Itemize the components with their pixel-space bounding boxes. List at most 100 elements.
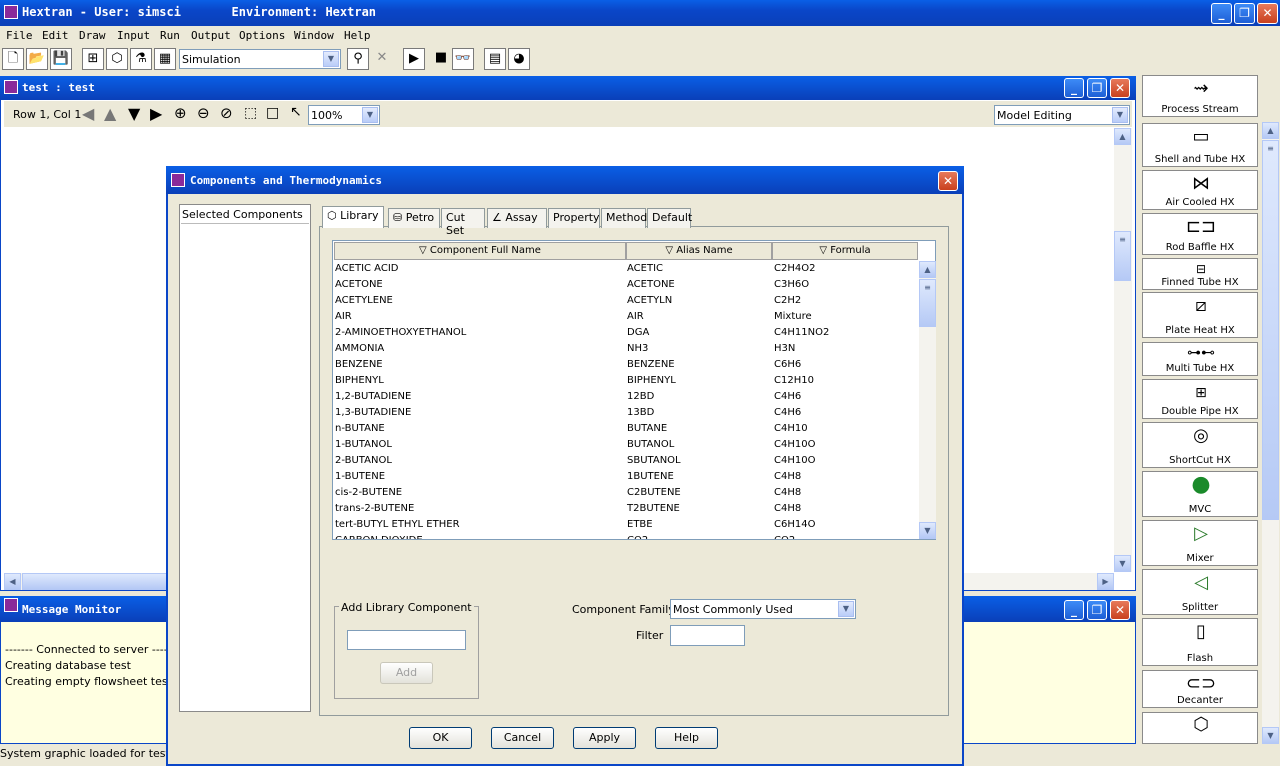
run-icon[interactable]: ▶: [403, 48, 425, 70]
table-row[interactable]: cis-2-BUTENE C2BUTENE C4H8: [334, 485, 919, 501]
menu-options[interactable]: Options: [239, 29, 285, 42]
tab-method[interactable]: Method: [601, 208, 647, 228]
scroll-down-icon[interactable]: ▼: [1114, 555, 1131, 572]
palette-finned-tube[interactable]: ⊟ Finned Tube HX: [1142, 258, 1258, 290]
units-icon[interactable]: ⊞: [82, 48, 104, 70]
tab-petro[interactable]: ⛁ Petro: [388, 208, 440, 228]
palette-icon[interactable]: ◕: [508, 48, 530, 70]
menu-help[interactable]: Help: [344, 29, 371, 42]
table-row[interactable]: 1,2-BUTADIENE 12BD C4H6: [334, 389, 919, 405]
scroll-down-icon[interactable]: ▼: [1262, 727, 1279, 744]
menu-run[interactable]: Run: [160, 29, 180, 42]
palette-shell-tube[interactable]: ▭ Shell and Tube HX: [1142, 123, 1258, 167]
palette-mixer[interactable]: ▷ Mixer: [1142, 520, 1258, 566]
save-icon[interactable]: 💾: [50, 48, 72, 70]
tab-library[interactable]: ⬡ Library: [322, 206, 384, 228]
child-minimize-button[interactable]: _: [1064, 78, 1084, 98]
table-row[interactable]: ACETONE ACETONE C3H6O: [334, 277, 919, 293]
palette-double-pipe[interactable]: ⊞ Double Pipe HX: [1142, 379, 1258, 419]
cancel-button[interactable]: Cancel: [491, 727, 554, 749]
monitor-maximize-button[interactable]: ❐: [1087, 600, 1107, 620]
stop-icon[interactable]: ■: [430, 48, 452, 70]
close-button[interactable]: ✕: [1257, 3, 1278, 24]
up-arrow-icon[interactable]: ▲: [104, 104, 116, 123]
components-icon[interactable]: ⬡: [106, 48, 128, 70]
palette-rod-baffle[interactable]: ⊏⊐ Rod Baffle HX: [1142, 213, 1258, 255]
table-scrollbar[interactable]: ▲ ≡ ▼: [919, 261, 936, 539]
ok-button[interactable]: OK: [409, 727, 472, 749]
right-arrow-icon[interactable]: ▶: [150, 104, 162, 123]
apply-button[interactable]: Apply: [573, 727, 636, 749]
minimize-button[interactable]: _: [1211, 3, 1232, 24]
scroll-up-icon[interactable]: ▲: [1262, 122, 1279, 139]
report-icon[interactable]: ▤: [484, 48, 506, 70]
monitor-minimize-button[interactable]: _: [1064, 600, 1084, 620]
table-row[interactable]: BENZENE BENZENE C6H6: [334, 357, 919, 373]
menu-window[interactable]: Window: [294, 29, 334, 42]
table-scroll-thumb[interactable]: ≡: [919, 279, 936, 327]
menu-edit[interactable]: Edit: [42, 29, 69, 42]
zoom-fit-icon[interactable]: ⊘: [220, 104, 233, 122]
palette-scroll-thumb[interactable]: ≡: [1262, 140, 1279, 520]
palette-decanter[interactable]: ⊂⊃ Decanter: [1142, 670, 1258, 708]
add-button[interactable]: Add: [380, 662, 433, 684]
table-row[interactable]: ACETYLENE ACETYLN C2H2: [334, 293, 919, 309]
table-row[interactable]: 2-BUTANOL SBUTANOL C4H10O: [334, 453, 919, 469]
table-row[interactable]: 2-AMINOETHOXYETHANOL DGA C4H11NO2: [334, 325, 919, 341]
table-row[interactable]: n-BUTANE BUTANE C4H10: [334, 421, 919, 437]
table-row[interactable]: BIPHENYL BIPHENYL C12H10: [334, 373, 919, 389]
table-row[interactable]: 1-BUTANOL BUTANOL C4H10O: [334, 437, 919, 453]
table-row[interactable]: 1-BUTENE 1BUTENE C4H8: [334, 469, 919, 485]
flowsheet-vscroll[interactable]: ▲ ≡ ▼: [1114, 128, 1132, 572]
palette-process-stream[interactable]: ⇝ Process Stream: [1142, 75, 1258, 117]
menu-file[interactable]: File: [6, 29, 33, 42]
calculator-icon[interactable]: ▦: [154, 48, 176, 70]
child-maximize-button[interactable]: ❐: [1087, 78, 1107, 98]
palette-mvc[interactable]: ● MVC: [1142, 471, 1258, 517]
find-icon[interactable]: ⚲: [347, 48, 369, 70]
table-row[interactable]: ACETIC ACID ACETIC C2H4O2: [334, 261, 919, 277]
menu-draw[interactable]: Draw: [79, 29, 106, 42]
view-icon[interactable]: 👓: [452, 48, 474, 70]
edit-mode-select[interactable]: Model Editing ▼: [994, 105, 1130, 125]
select-rect-icon[interactable]: ⬚: [244, 105, 257, 121]
selected-components-list[interactable]: Selected Components: [179, 204, 311, 712]
palette-plate-heat[interactable]: ⧄ Plate Heat HX: [1142, 292, 1258, 338]
scroll-up-icon[interactable]: ▲: [1114, 128, 1131, 145]
mode-select[interactable]: Simulation ▼: [179, 49, 341, 69]
down-arrow-icon[interactable]: ▼: [128, 104, 140, 123]
add-component-input[interactable]: [347, 630, 466, 650]
component-family-select[interactable]: Most Commonly Used ▼: [670, 599, 856, 619]
scroll-down-icon[interactable]: ▼: [919, 522, 936, 539]
column-header-alias[interactable]: ▽ Alias Name: [626, 242, 772, 260]
rectangle-icon[interactable]: □: [266, 105, 279, 121]
table-row[interactable]: AMMONIA NH3 H3N: [334, 341, 919, 357]
table-row[interactable]: 1,3-BUTADIENE 13BD C4H6: [334, 405, 919, 421]
tab-cut-set[interactable]: Cut Set: [441, 208, 485, 237]
zoom-out-icon[interactable]: ⊖: [197, 104, 210, 122]
maximize-button[interactable]: ❐: [1234, 3, 1255, 24]
tab-assay[interactable]: ∠ Assay: [487, 208, 547, 228]
dialog-close-button[interactable]: ✕: [938, 171, 958, 191]
thermo-icon[interactable]: ⚗: [130, 48, 152, 70]
open-icon[interactable]: 📂: [26, 48, 48, 70]
menu-output[interactable]: Output: [191, 29, 231, 42]
table-row[interactable]: CARBON DIOXIDE CO2 CO2: [334, 533, 919, 539]
delete-icon[interactable]: ✕: [371, 48, 393, 70]
palette-flash[interactable]: ▯ Flash: [1142, 618, 1258, 666]
palette-splitter[interactable]: ◁ Splitter: [1142, 569, 1258, 615]
table-row[interactable]: tert-BUTYL ETHYL ETHER ETBE C6H14O: [334, 517, 919, 533]
filter-input[interactable]: [670, 625, 745, 646]
scroll-left-icon[interactable]: ◀: [4, 573, 21, 590]
palette-multi-tube[interactable]: ⊶⊷ Multi Tube HX: [1142, 342, 1258, 376]
monitor-close-button[interactable]: ✕: [1110, 600, 1130, 620]
hscroll-thumb[interactable]: [22, 573, 167, 590]
column-header-full-name[interactable]: ▽ Component Full Name: [334, 242, 626, 260]
zoom-select[interactable]: 100% ▼: [308, 105, 380, 125]
new-icon[interactable]: 🗋: [2, 48, 24, 70]
tab-property[interactable]: Property: [548, 208, 600, 228]
palette-scrollbar[interactable]: ▲ ≡ ▼: [1262, 122, 1279, 744]
scroll-thumb[interactable]: ≡: [1114, 231, 1131, 281]
scroll-right-icon[interactable]: ▶: [1097, 573, 1114, 590]
palette-air-cooled[interactable]: ⋈ Air Cooled HX: [1142, 170, 1258, 210]
